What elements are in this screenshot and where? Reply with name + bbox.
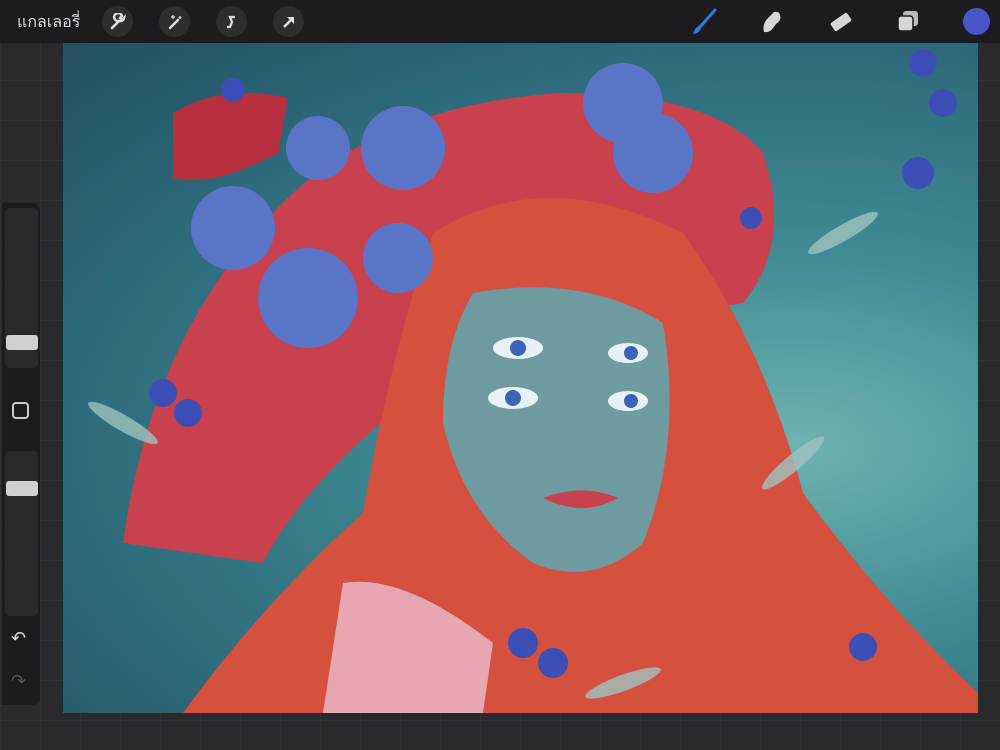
magic-wand-icon[interactable] <box>159 6 190 37</box>
smudge-icon[interactable] <box>756 6 788 38</box>
left-sidebar: ↶ ↷ <box>2 203 40 705</box>
opacity-slider[interactable] <box>5 451 38 616</box>
wrench-icon[interactable] <box>102 6 133 37</box>
top-toolbar: แกลเลอรี่ <box>0 0 1000 43</box>
transform-arrow-icon[interactable] <box>273 6 304 37</box>
mushroom <box>173 93 288 181</box>
eraser-icon[interactable] <box>824 6 856 38</box>
opacity-knob[interactable] <box>6 481 38 496</box>
redo-icon[interactable]: ↷ <box>11 671 26 692</box>
gallery-button[interactable]: แกลเลอรี่ <box>17 10 80 35</box>
brush-icon[interactable] <box>688 6 720 38</box>
brush-size-slider[interactable] <box>5 208 38 368</box>
modify-button[interactable] <box>12 402 29 419</box>
selection-icon[interactable] <box>216 6 247 37</box>
color-picker-button[interactable] <box>963 8 990 35</box>
brush-size-knob[interactable] <box>6 335 38 350</box>
artwork <box>88 49 978 713</box>
layers-icon[interactable] <box>892 6 924 38</box>
undo-icon[interactable]: ↶ <box>11 628 26 649</box>
drawing-canvas[interactable] <box>63 43 978 713</box>
